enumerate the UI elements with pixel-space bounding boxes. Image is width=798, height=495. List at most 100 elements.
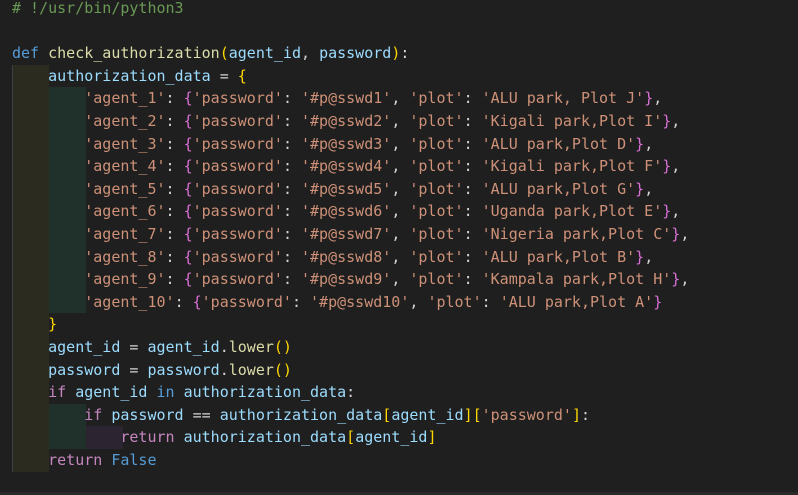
code-token: def [12,44,49,63]
code-token: 'ALU park,Plot A' [499,292,654,311]
code-token: agent_id [355,428,428,447]
code-token: ] [463,405,473,424]
code-token: , [391,112,410,130]
code-line[interactable]: 'agent_7': {'password': '#p@sswd7', 'plo… [0,223,798,246]
code-line[interactable] [0,20,798,43]
code-text: 'agent_8': {'password': '#p@sswd8', 'plo… [12,246,653,269]
code-token: } [635,179,645,198]
code-token: 'plot' [427,292,482,311]
code-line[interactable]: } [0,313,798,336]
code-line[interactable]: return authorization_data[agent_id] [0,426,798,449]
code-token: { [183,89,193,108]
code-text: 'agent_7': {'password': '#p@sswd7', 'plo… [12,223,689,246]
code-line[interactable]: 'agent_1': {'password': '#p@sswd1', 'plo… [0,87,798,110]
code-token: 'agent_4' [84,157,166,176]
code-token: , [644,247,654,266]
code-token: '#p@sswd6' [301,202,392,221]
code-token: { [183,225,193,243]
code-token: 'password' [192,225,283,243]
code-token: , [391,179,410,198]
code-editor[interactable]: # !/usr/bin/python3 def check_authorizati… [0,0,798,495]
code-token: lower [228,338,274,356]
code-token: } [662,157,672,176]
code-text: return False [12,449,156,472]
code-token: 'Nigeria park,Plot C' [481,225,672,243]
code-token: : [346,383,356,402]
code-line[interactable]: 'agent_2': {'password': '#p@sswd2', 'plo… [0,110,798,133]
code-token: ( [219,44,229,63]
code-token: , [301,44,320,63]
code-token: 'Kigali park,Plot F' [481,157,663,176]
code-token: : [400,44,410,63]
code-token: 'agent_5' [84,179,166,198]
code-token: check_authorization [48,44,220,63]
code-token: '#p@sswd1' [301,89,392,108]
code-text: 'agent_9': {'password': '#p@sswd9', 'plo… [12,268,689,291]
code-line[interactable]: 'agent_6': {'password': '#p@sswd6', 'plo… [0,200,798,223]
code-token: agent_id [75,383,148,402]
code-token: 'plot' [409,225,464,243]
code-line[interactable]: # !/usr/bin/python3 [0,0,798,20]
code-text: 'agent_1': {'password': '#p@sswd1', 'plo… [12,87,662,110]
code-line[interactable]: def check_authorization(agent_id, passwo… [0,42,798,65]
code-line[interactable]: if password == authorization_data[agent_… [0,403,798,427]
code-token: '#p@sswd10' [310,292,410,311]
code-line[interactable]: 'agent_3': {'password': '#p@sswd3', 'plo… [0,132,798,156]
code-token: , [644,179,654,198]
code-token: } [671,270,681,289]
code-token: 'plot' [409,270,464,289]
code-line[interactable]: 'agent_5': {'password': '#p@sswd5', 'plo… [0,177,798,201]
code-line[interactable]: password = password.lower() [0,358,798,382]
code-token: , [680,270,690,289]
code-token: : [481,292,500,311]
code-token: 'password' [201,292,292,311]
code-line[interactable]: 'agent_8': {'password': '#p@sswd8', 'plo… [0,245,798,269]
code-token: 'plot' [409,202,464,221]
code-token: '#p@sswd9' [301,270,392,289]
code-token: 'password' [192,179,283,198]
code-text: # !/usr/bin/python3 [12,0,184,20]
code-token: } [644,89,654,108]
code-token: 'password' [192,202,283,221]
code-token: { [183,270,193,289]
code-token: '#p@sswd8' [301,247,392,266]
code-token: 'Uganda park,Plot E' [481,202,663,221]
code-token: : [165,270,184,289]
code-token: : [174,292,193,311]
code-token: 'ALU park, Plot J' [481,89,645,108]
code-line[interactable]: 'agent_4': {'password': '#p@sswd4', 'plo… [0,155,798,178]
code-token: ] [571,405,581,424]
code-token: 'plot' [409,89,464,108]
code-token: } [671,225,681,243]
code-token: } [635,134,645,153]
code-token: : [282,202,301,221]
code-token: , [391,247,410,266]
code-token: 'password' [192,134,283,153]
code-token: 'ALU park,Plot D' [481,134,636,153]
code-line[interactable]: 'agent_10': {'password': '#p@sswd10', 'p… [0,290,798,314]
code-line[interactable]: if agent_id in authorization_data: [0,381,798,404]
code-token: : [165,89,184,108]
code-line[interactable]: authorization_data = { [0,64,798,88]
code-token: : [463,202,482,221]
code-line[interactable]: return False [0,449,798,472]
code-token: { [237,66,247,85]
code-token: , [391,270,410,289]
code-token: : [165,225,184,243]
code-token: if [84,405,103,424]
code-line[interactable]: agent_id = agent_id.lower() [0,336,798,359]
code-token: : [463,247,482,266]
code-token: , [391,225,410,243]
code-text: def check_authorization(agent_id, passwo… [12,42,409,65]
code-line[interactable]: 'agent_9': {'password': '#p@sswd9', 'plo… [0,268,798,291]
code-token: { [183,247,193,266]
code-token: password [111,405,184,424]
code-token: 'plot' [409,179,464,198]
